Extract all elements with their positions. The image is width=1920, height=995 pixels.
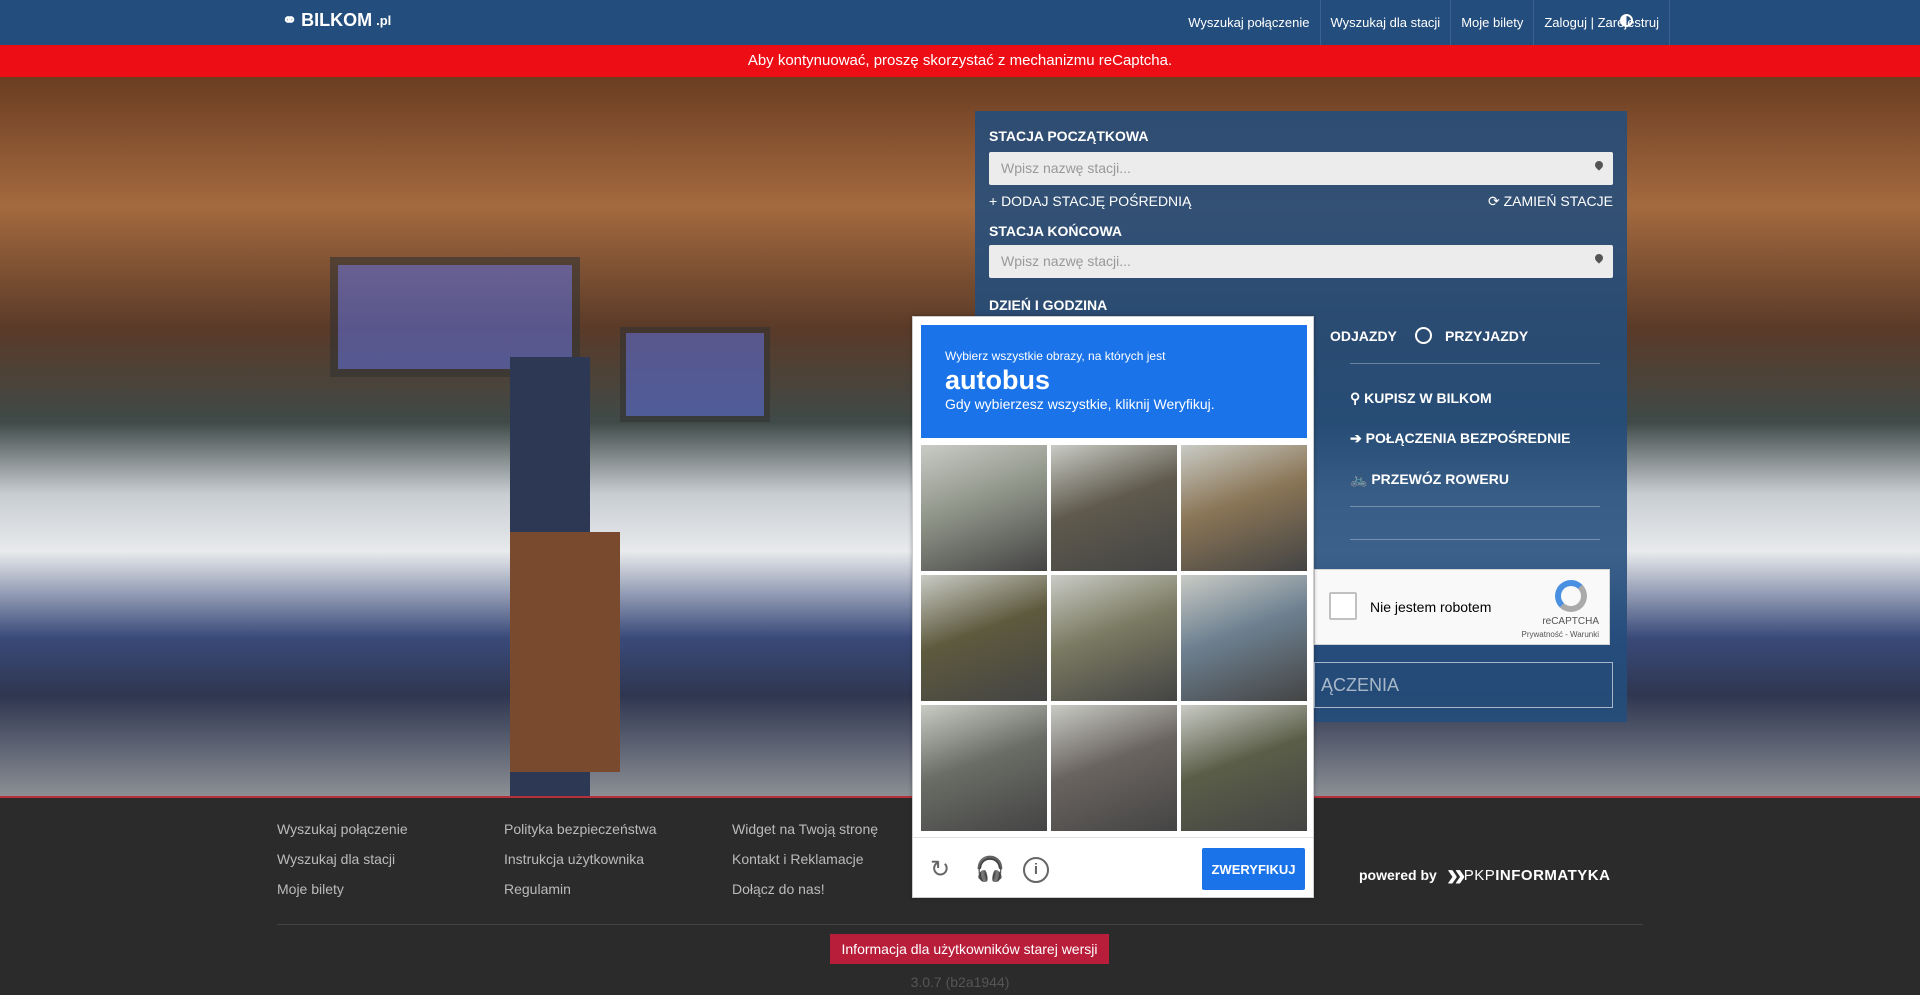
- datetime-label: DZIEŃ I GODZINA: [989, 297, 1108, 313]
- footer-link[interactable]: Wyszukaj połączenie: [277, 821, 408, 838]
- captcha-tile[interactable]: [1181, 445, 1307, 571]
- recaptcha-checkbox[interactable]: [1329, 592, 1357, 620]
- bilkom-logo[interactable]: ⚭ BILKOM .pl: [282, 10, 391, 31]
- captcha-image-grid: [921, 445, 1307, 831]
- add-via-station-button[interactable]: + DODAJ STACJĘ POŚREDNIĄ: [989, 193, 1191, 209]
- recaptcha-brand: reCAPTCHA: [1542, 616, 1599, 627]
- captcha-tile[interactable]: [1051, 705, 1177, 831]
- end-station-input[interactable]: Wpisz nazwę stacji...: [989, 245, 1613, 278]
- pkp-chevron-icon: »: [1446, 856, 1466, 894]
- search-connections-button[interactable]: ĄCZENIA: [1314, 662, 1613, 708]
- recaptcha-label: Nie jestem robotem: [1370, 599, 1492, 615]
- captcha-tile[interactable]: [1051, 575, 1177, 701]
- option-label: KUPISZ W BILKOM: [1364, 390, 1492, 406]
- logo-text: BILKOM: [301, 10, 373, 30]
- contrast-icon[interactable]: [1620, 14, 1633, 27]
- radio-circle: [1415, 327, 1432, 344]
- reload-icon[interactable]: ↻: [927, 857, 953, 883]
- captcha-target: autobus: [945, 365, 1050, 395]
- arrivals-label: PRZYJAZDY: [1445, 328, 1529, 344]
- captcha-instruction: Wybierz wszystkie obrazy, na których jes…: [945, 349, 1166, 363]
- footer-link[interactable]: Instrukcja użytkownika: [504, 851, 657, 868]
- option-label: PRZEWÓZ ROWERU: [1371, 471, 1509, 487]
- headphones-icon[interactable]: 🎧: [975, 857, 1005, 883]
- option-label: POŁĄCZENIA BEZPOŚREDNIE: [1365, 430, 1571, 446]
- captcha-tile[interactable]: [1181, 705, 1307, 831]
- nav-login-register[interactable]: Zaloguj | Zarejestruj: [1534, 0, 1670, 45]
- captcha-challenge-dialog: Wybierz wszystkie obrazy, na których jes…: [912, 316, 1314, 898]
- recaptcha-logo-icon: [1555, 580, 1587, 612]
- arrivals-radio[interactable]: PRZYJAZDY: [1415, 327, 1529, 344]
- recaptcha-privacy-links[interactable]: Prywatność - Warunki: [1522, 630, 1600, 639]
- location-pin-icon: [1593, 252, 1605, 264]
- option-direct-connections[interactable]: ➔ POŁĄCZENIA BEZPOŚREDNIE: [1350, 430, 1570, 447]
- captcha-hint: Gdy wybierzesz wszystkie, kliknij Weryfi…: [945, 396, 1215, 412]
- footer-link[interactable]: Moje bilety: [277, 881, 408, 898]
- footer-link[interactable]: Regulamin: [504, 881, 657, 898]
- footer-link[interactable]: Dołącz do nas!: [732, 881, 878, 898]
- captcha-tile[interactable]: [921, 575, 1047, 701]
- captcha-tile[interactable]: [1051, 445, 1177, 571]
- option-buy-in-bilkom[interactable]: ⚲ KUPISZ W BILKOM: [1350, 390, 1492, 407]
- option-bike-transport[interactable]: 🚲 PRZEWÓZ ROWERU: [1350, 471, 1509, 488]
- captcha-header: Wybierz wszystkie obrazy, na których jes…: [921, 325, 1307, 438]
- info-icon[interactable]: i: [1023, 857, 1049, 883]
- departure-board-image: [620, 327, 770, 422]
- powered-by[interactable]: powered by » PKPINFORMATYKA: [1359, 856, 1611, 894]
- departures-radio[interactable]: ODJAZDY: [1330, 328, 1397, 344]
- footer-link[interactable]: Kontakt i Reklamacje: [732, 851, 878, 868]
- location-pin-icon: [1593, 159, 1605, 171]
- captcha-tile[interactable]: [921, 705, 1047, 831]
- footer-link[interactable]: Widget na Twoją stronę: [732, 821, 878, 838]
- end-station-label: STACJA KOŃCOWA: [989, 223, 1122, 239]
- powered-by-label: powered by: [1359, 867, 1437, 883]
- logo-suffix: .pl: [376, 13, 392, 28]
- placeholder: Wpisz nazwę stacji...: [1001, 253, 1131, 269]
- old-version-info-button[interactable]: Informacja dla użytkowników starej wersj…: [830, 934, 1109, 964]
- footer-link[interactable]: Wyszukaj dla stacji: [277, 851, 408, 868]
- kiosk-image: [510, 532, 620, 772]
- logo-icon: ⚭: [282, 10, 298, 30]
- nav-search-station[interactable]: Wyszukaj dla stacji: [1321, 0, 1452, 45]
- start-station-input[interactable]: Wpisz nazwę stacji...: [989, 152, 1613, 185]
- placeholder: Wpisz nazwę stacji...: [1001, 160, 1131, 176]
- pkp-text: PKP: [1463, 866, 1496, 884]
- recaptcha-widget: Nie jestem robotem reCAPTCHA Prywatność …: [1314, 569, 1610, 645]
- version-text: 3.0.7 (b2a1944): [910, 974, 1010, 990]
- recaptcha-alert: Aby kontynuować, proszę skorzystać z mec…: [0, 45, 1920, 77]
- swap-stations-button[interactable]: ⟳ ZAMIEŃ STACJE: [1488, 193, 1613, 210]
- informatyka-text: INFORMATYKA: [1495, 866, 1611, 884]
- nav-my-tickets[interactable]: Moje bilety: [1451, 0, 1535, 45]
- top-nav: ⚭ BILKOM .pl Wyszukaj połączenie Wyszukaj …: [0, 0, 1920, 45]
- nav-search-connection[interactable]: Wyszukaj połączenie: [1178, 0, 1321, 45]
- captcha-tile[interactable]: [921, 445, 1047, 571]
- footer-link[interactable]: Polityka bezpieczeństwa: [504, 821, 657, 838]
- verify-button[interactable]: ZWERYFIKUJ: [1202, 848, 1305, 890]
- start-station-label: STACJA POCZĄTKOWA: [989, 128, 1149, 144]
- captcha-tile[interactable]: [1181, 575, 1307, 701]
